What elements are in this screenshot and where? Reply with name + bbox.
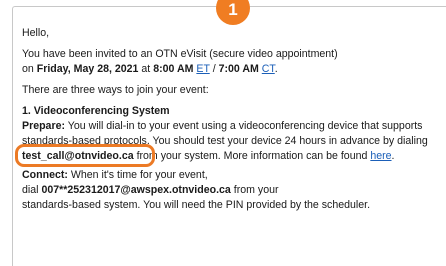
event-time-ct: 7:00 AM: [218, 63, 259, 75]
dial-address: 007**252312017@awspex.otnvideo.ca: [41, 184, 231, 196]
connect-label: Connect:: [22, 169, 68, 181]
prepare-label: Prepare:: [22, 120, 65, 132]
test-call-address: test_call@otnvideo.ca: [22, 150, 134, 162]
timezone-et-link[interactable]: ET: [196, 63, 209, 75]
event-date: Friday, May 28, 2021: [36, 63, 139, 75]
email-body: Hello, You have been invited to an OTN e…: [22, 26, 444, 213]
ways-to-join: There are three ways to join your event:: [22, 84, 209, 96]
step-number-badge: 1: [216, 0, 250, 25]
step-number: 1: [228, 0, 238, 19]
prepare-paragraph: Prepare: You will dial-in to your event …: [22, 120, 428, 162]
connect-paragraph: Connect: When it's time for your event, …: [22, 169, 371, 211]
event-time-et: 8:00 AM: [153, 63, 194, 75]
greeting: Hello,: [22, 27, 50, 39]
section-title: 1. Videoconferencing System: [22, 105, 170, 117]
here-link[interactable]: here: [370, 150, 391, 162]
invite-paragraph: You have been invited to an OTN eVisit (…: [22, 48, 338, 75]
timezone-ct-link[interactable]: CT: [262, 63, 275, 75]
email-card: 1 Hello, You have been invited to an OTN…: [12, 0, 446, 266]
